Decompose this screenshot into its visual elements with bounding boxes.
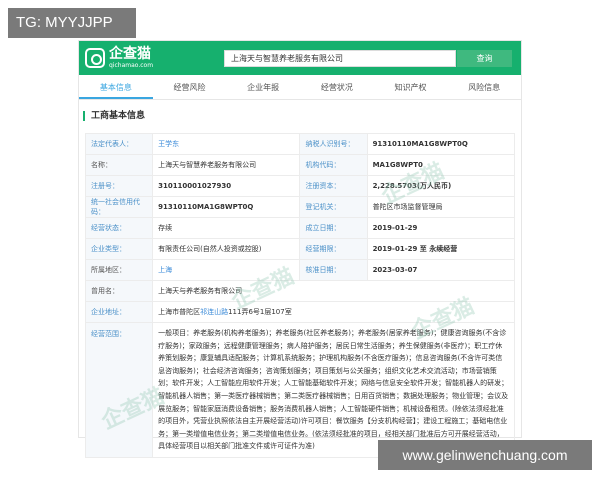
logo-icon <box>85 48 105 68</box>
credit-code-value: 91310110MA1G8WPT0Q <box>152 196 301 218</box>
region-value[interactable]: 上海 <box>152 259 301 281</box>
search-input[interactable]: 上海天与智慧养老服务有限公司 <box>224 50 456 67</box>
company-type-label: 企业类型： <box>84 238 154 260</box>
reg-capital-label: 注册资本： <box>299 175 368 197</box>
table-row: 名称： 上海天与智慧养老服务有限公司 机构代码： MA1G8WPT0 <box>84 154 516 176</box>
table-row: 曾用名： 上海天与养老服务有限公司 <box>84 280 515 302</box>
address-road-link[interactable]: 祁连山路 <box>200 308 228 316</box>
table-row: 企业地址： 上海市普陀区祁连山路111弄6号1层107室 <box>84 301 515 323</box>
taxpayer-id-value: 91310110MA1G8WPT0Q <box>366 133 516 155</box>
site-watermark: www.gelinwenchuang.com <box>378 440 592 470</box>
company-type-value: 有限责任公司(自然人投资或控股) <box>152 238 301 260</box>
qichamao-logo[interactable]: 企查猫 qichamao.com <box>85 47 153 69</box>
credit-code-label: 统一社会信用代码： <box>84 196 154 218</box>
region-label: 所属地区： <box>84 259 154 281</box>
address-label: 企业地址： <box>84 301 154 323</box>
tab-ip[interactable]: 知识产权 <box>374 77 448 99</box>
approved-value: 2023-03-07 <box>366 259 516 281</box>
name-value: 上海天与智慧养老服务有限公司 <box>152 154 301 176</box>
founded-value: 2019-01-29 <box>366 217 516 239</box>
reg-authority-label: 登记机关： <box>299 196 368 218</box>
logo-name: 企查猫 <box>109 46 151 62</box>
company-panel: 企查猫 qichamao.com 上海天与智慧养老服务有限公司 查询 基本信息 … <box>78 40 522 458</box>
name-label: 名称： <box>84 154 154 176</box>
tab-operation-status[interactable]: 经营状况 <box>300 77 374 99</box>
former-name-label: 曾用名： <box>84 280 154 302</box>
tab-annual-report[interactable]: 企业年报 <box>226 77 300 99</box>
legal-rep-value[interactable]: 王学东 <box>152 133 301 155</box>
search-button[interactable]: 查询 <box>457 50 512 67</box>
address-value: 上海市普陀区祁连山路111弄6号1层107室 <box>152 301 515 323</box>
term-label: 经营期限： <box>299 238 368 260</box>
logo-domain: qichamao.com <box>109 62 154 69</box>
scope-label: 经营范围： <box>84 322 154 458</box>
former-name-value: 上海天与养老服务有限公司 <box>152 280 515 302</box>
section-title: 工商基本信息 <box>83 111 145 121</box>
reg-no-label: 注册号： <box>84 175 154 197</box>
reg-no-value: 310110001027930 <box>152 175 301 197</box>
table-row: 企业类型： 有限责任公司(自然人投资或控股) 经营期限： 2019-01-29 … <box>84 238 516 260</box>
reg-capital-value: 2,228.5703(万人民币) <box>366 175 516 197</box>
site-header: 企查猫 qichamao.com 上海天与智慧养老服务有限公司 查询 <box>79 41 521 75</box>
table-row: 所属地区： 上海 核准日期： 2023-03-07 <box>84 259 516 281</box>
tab-operation-risk[interactable]: 经营风险 <box>153 77 227 99</box>
tab-bar: 基本信息 经营风险 企业年报 经营状况 知识产权 风险信息 <box>79 77 521 100</box>
table-row: 法定代表人： 王学东 纳税人识别号： 91310110MA1G8WPT0Q <box>84 133 516 155</box>
tg-tag: TG: MYYJJPP <box>8 8 136 38</box>
taxpayer-id-label: 纳税人识别号： <box>299 133 368 155</box>
founded-label: 成立日期： <box>299 217 368 239</box>
legal-rep-label: 法定代表人： <box>84 133 154 155</box>
status-value: 存续 <box>152 217 301 239</box>
table-row: 经营范围： 一般项目：养老服务(机构养老服务)；养老服务(社区养老服务)；养老服… <box>84 322 515 458</box>
status-label: 经营状态： <box>84 217 154 239</box>
tab-risk-info[interactable]: 风险信息 <box>447 77 521 99</box>
table-row: 统一社会信用代码： 91310110MA1G8WPT0Q 登记机关： 普陀区市场… <box>84 196 516 218</box>
org-code-label: 机构代码： <box>299 154 368 176</box>
term-value: 2019-01-29 至 永续经营 <box>366 238 516 260</box>
org-code-value: MA1G8WPT0 <box>366 154 516 176</box>
approved-label: 核准日期： <box>299 259 368 281</box>
table-row: 注册号： 310110001027930 注册资本： 2,228.5703(万人… <box>84 175 516 197</box>
scope-value: 一般项目：养老服务(机构养老服务)；养老服务(社区养老服务)；养老服务(居家养老… <box>152 322 515 458</box>
info-table: 法定代表人： 王学东 纳税人识别号： 91310110MA1G8WPT0Q 名称… <box>84 133 516 458</box>
table-row: 经营状态： 存续 成立日期： 2019-01-29 <box>84 217 516 239</box>
tab-basic-info[interactable]: 基本信息 <box>79 77 153 99</box>
reg-authority-value: 普陀区市场监督管理局 <box>366 196 516 218</box>
